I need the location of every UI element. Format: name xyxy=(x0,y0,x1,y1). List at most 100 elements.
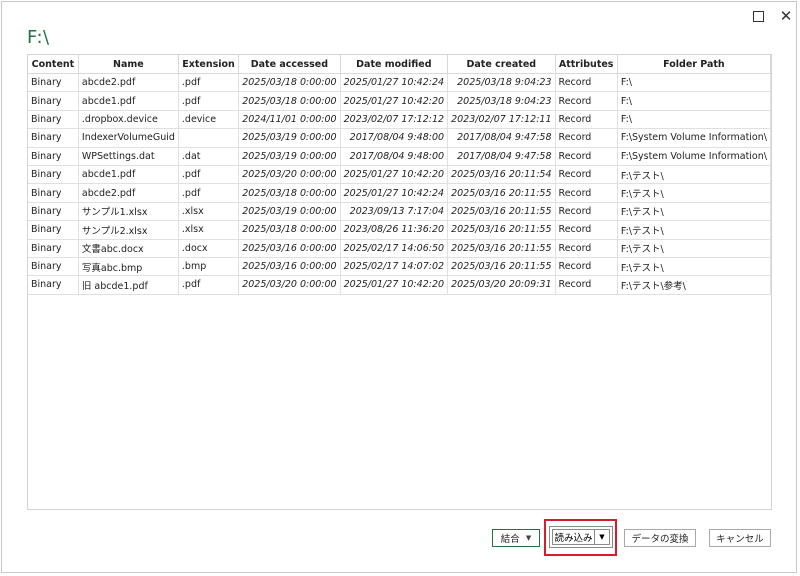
column-header[interactable]: Date modified xyxy=(340,55,449,74)
table-cell: Binary xyxy=(28,202,79,222)
load-button[interactable]: 読み込み xyxy=(552,529,594,545)
table-cell: 2025/03/18 9:04:23 xyxy=(447,91,556,111)
table-cell xyxy=(178,128,240,148)
table-row[interactable]: Binary 写真abc.bmp .bmp 2025/03/16 0:00:00 202… xyxy=(28,257,772,277)
table-cell: Record xyxy=(555,257,618,277)
table-cell: Binary xyxy=(28,91,79,111)
table-cell: .pdf xyxy=(178,91,240,111)
table-cell: F:\テスト\参考\ xyxy=(617,275,772,295)
cancel-button[interactable]: キャンセル xyxy=(709,529,771,547)
table-cell: 2017/08/04 9:47:58 xyxy=(447,147,556,166)
table-cell: F:\テスト\ xyxy=(617,202,772,222)
table-cell: Record xyxy=(555,202,618,222)
table-row[interactable]: Binary IndexerVolumeGuid 2025/03/19 0:00:0… xyxy=(28,128,772,148)
maximize-icon xyxy=(752,10,764,22)
table-cell: 2023/02/07 17:12:12 xyxy=(340,110,449,130)
table-cell: .xlsx xyxy=(178,202,240,222)
table-cell: 2025/03/19 0:00:00 xyxy=(238,202,341,222)
transform-data-button[interactable]: データの変換 xyxy=(624,529,696,547)
table-cell: WPSettings.dat xyxy=(78,147,179,166)
maximize-button[interactable] xyxy=(750,8,766,24)
table-cell: 2017/08/04 9:48:00 xyxy=(340,147,449,166)
table-cell: 2025/03/18 0:00:00 xyxy=(238,220,341,240)
table-cell: Record xyxy=(555,73,618,93)
table-row[interactable]: Binary abcde1.pdf .pdf 2025/03/18 0:00:00 20… xyxy=(28,91,772,111)
close-icon: ✕ xyxy=(779,7,793,25)
table-cell: Record xyxy=(555,183,618,203)
table-cell: サンプル2.xlsx xyxy=(78,220,179,240)
table-cell: Record xyxy=(555,147,618,166)
table-cell: Record xyxy=(555,110,618,130)
table-cell: 2024/11/01 0:00:00 xyxy=(238,110,341,130)
table-cell: F:\テスト\ xyxy=(617,220,772,240)
table-cell: Record xyxy=(555,128,618,148)
table-cell: Record xyxy=(555,165,618,185)
table-cell: 2025/03/18 0:00:00 xyxy=(238,183,341,203)
table-row[interactable]: Binary abcde2.pdf .pdf 2025/03/18 0:00:00 20… xyxy=(28,73,772,93)
table-cell: .docx xyxy=(178,239,240,258)
table-cell: .pdf xyxy=(178,183,240,203)
table-cell: Binary xyxy=(28,275,79,295)
table-cell: Record xyxy=(555,239,618,258)
file-table: Content Name Extension Date accessed Date mo… xyxy=(28,55,772,295)
table-row[interactable]: Binary 旧 abcde1.pdf .pdf 2025/03/20 0:00:00… xyxy=(28,275,772,295)
table-cell: 2025/03/20 0:00:00 xyxy=(238,165,341,185)
load-label: 読み込み xyxy=(554,533,593,544)
table-cell: Binary xyxy=(28,220,79,240)
table-cell: 2025/03/20 0:00:00 xyxy=(238,275,341,295)
table-cell: 文書abc.docx xyxy=(78,239,179,258)
table-cell: F:\テスト\ xyxy=(617,239,772,258)
chevron-down-icon: ▼ xyxy=(599,533,605,541)
table-row[interactable]: Binary abcde2.pdf .pdf 2025/03/18 0:00:00 20… xyxy=(28,183,772,203)
load-split-button: 読み込み ▼ xyxy=(549,526,613,548)
load-dropdown-button[interactable]: ▼ xyxy=(594,529,610,545)
table-cell: 2025/01/27 10:42:20 xyxy=(340,165,449,185)
table-cell: 2025/03/16 20:11:55 xyxy=(447,202,556,222)
table-cell: Binary xyxy=(28,73,79,93)
column-header[interactable]: Date accessed xyxy=(238,55,341,74)
table-cell: Binary xyxy=(28,165,79,185)
table-cell: 2025/03/16 0:00:00 xyxy=(238,257,341,277)
chevron-down-icon: ▼ xyxy=(525,534,532,542)
table-cell: サンプル1.xlsx xyxy=(78,202,179,222)
column-header[interactable]: Attributes xyxy=(555,55,618,74)
table-cell: 2025/03/16 20:11:55 xyxy=(447,183,556,203)
table-cell: Record xyxy=(555,91,618,111)
combine-button[interactable]: 結合 ▼ xyxy=(492,529,540,547)
table-cell: Binary xyxy=(28,147,79,166)
file-preview-grid[interactable]: Content Name Extension Date accessed Date mo… xyxy=(27,54,772,510)
table-cell: .pdf xyxy=(178,73,240,93)
table-cell: abcde2.pdf xyxy=(78,183,179,203)
table-cell: F:\System Volume Information\ xyxy=(617,147,772,166)
table-cell: F:\テスト\ xyxy=(617,165,772,185)
table-cell: 2025/03/16 0:00:00 xyxy=(238,239,341,258)
table-row[interactable]: Binary サンプル2.xlsx .xlsx 2025/03/18 0:00:00 2… xyxy=(28,220,772,240)
table-row[interactable]: Binary .dropbox.device .device 2024/11/01 0… xyxy=(28,110,772,130)
table-cell: 2025/01/27 10:42:20 xyxy=(340,275,449,295)
table-row[interactable]: Binary 文書abc.docx .docx 2025/03/16 0:00:00 2… xyxy=(28,239,772,258)
table-row[interactable]: Binary abcde1.pdf .pdf 2025/03/20 0:00:00 20… xyxy=(28,165,772,185)
table-cell: abcde1.pdf xyxy=(78,91,179,111)
table-cell: 2025/03/19 0:00:00 xyxy=(238,128,341,148)
transform-label: データの変換 xyxy=(631,534,689,545)
table-cell: .xlsx xyxy=(178,220,240,240)
column-header[interactable]: Date created xyxy=(447,55,556,74)
close-button[interactable]: ✕ xyxy=(778,8,794,24)
column-header[interactable]: Name xyxy=(78,55,179,74)
table-row[interactable]: Binary WPSettings.dat .dat 2025/03/19 0:00:… xyxy=(28,147,772,166)
column-header[interactable]: Content xyxy=(28,55,79,74)
table-cell: F:\テスト\ xyxy=(617,257,772,277)
column-header[interactable]: Folder Path xyxy=(617,55,772,74)
table-cell: 2025/02/17 14:07:02 xyxy=(340,257,449,277)
dialog-title: F:\ xyxy=(27,27,50,48)
column-header[interactable]: Extension xyxy=(178,55,240,74)
table-body: Binary abcde2.pdf .pdf 2025/03/18 0:00:00 20… xyxy=(28,73,772,295)
table-cell: Record xyxy=(555,220,618,240)
table-cell: 2025/03/20 20:09:31 xyxy=(447,275,556,295)
table-row[interactable]: Binary サンプル1.xlsx .xlsx 2025/03/19 0:00:00 2… xyxy=(28,202,772,222)
table-cell: 2025/03/16 20:11:55 xyxy=(447,239,556,258)
table-cell: .bmp xyxy=(178,257,240,277)
table-cell: 2025/03/19 0:00:00 xyxy=(238,147,341,166)
table-cell: .device xyxy=(178,110,240,130)
table-cell: .dropbox.device xyxy=(78,110,179,130)
